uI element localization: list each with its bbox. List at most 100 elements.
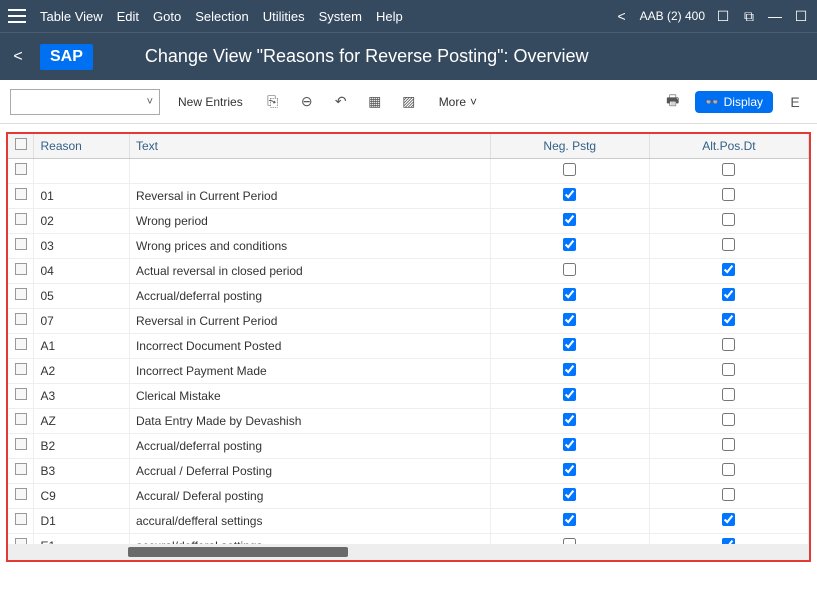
- neg-checkbox[interactable]: [563, 263, 576, 276]
- cell-reason[interactable]: 04: [34, 258, 129, 283]
- row-selector[interactable]: [15, 363, 27, 375]
- neg-checkbox[interactable]: [563, 188, 576, 201]
- cell-text[interactable]: Actual reversal in closed period: [129, 258, 490, 283]
- cell-text[interactable]: Reversal in Current Period: [129, 308, 490, 333]
- menu-goto[interactable]: Goto: [153, 9, 181, 24]
- row-selector[interactable]: [15, 513, 27, 525]
- alt-checkbox[interactable]: [722, 338, 735, 351]
- neg-checkbox[interactable]: [563, 238, 576, 251]
- row-selector[interactable]: [15, 338, 27, 350]
- cell-text[interactable]: Accrual/deferral posting: [129, 433, 490, 458]
- menu-selection[interactable]: Selection: [195, 9, 248, 24]
- print-icon[interactable]: 🖶: [661, 90, 685, 114]
- cell-text[interactable]: accural/defferal settings: [129, 508, 490, 533]
- cell-text[interactable]: Clerical Mistake: [129, 383, 490, 408]
- alt-checkbox[interactable]: [722, 463, 735, 476]
- table-row[interactable]: D1 accural/defferal settings: [8, 508, 809, 533]
- display-button[interactable]: 👓 Display: [695, 91, 773, 113]
- new-session-icon[interactable]: ⧉: [741, 8, 757, 24]
- table-row[interactable]: C9 Accural/ Deferal posting: [8, 483, 809, 508]
- delete-icon[interactable]: ⊖: [295, 90, 319, 114]
- cell-text[interactable]: Wrong prices and conditions: [129, 233, 490, 258]
- cell-text[interactable]: Accrual / Deferral Posting: [129, 458, 490, 483]
- table-row[interactable]: 01 Reversal in Current Period: [8, 183, 809, 208]
- neg-checkbox[interactable]: [563, 338, 576, 351]
- table-row[interactable]: 05 Accrual/deferral posting: [8, 283, 809, 308]
- alt-checkbox[interactable]: [722, 363, 735, 376]
- alt-checkbox[interactable]: [722, 313, 735, 326]
- more-button[interactable]: More ˅: [431, 91, 485, 113]
- alt-checkbox[interactable]: [722, 213, 735, 226]
- row-selector[interactable]: [15, 438, 27, 450]
- copy-icon[interactable]: ⎘: [261, 90, 285, 114]
- table-row[interactable]: B3 Accrual / Deferral Posting: [8, 458, 809, 483]
- table-row[interactable]: AZ Data Entry Made by Devashish: [8, 408, 809, 433]
- cell-reason[interactable]: A2: [34, 358, 129, 383]
- search-icon[interactable]: <: [614, 8, 630, 24]
- neg-checkbox[interactable]: [563, 388, 576, 401]
- table-row[interactable]: A1 Incorrect Document Posted: [8, 333, 809, 358]
- cell-reason[interactable]: D1: [34, 508, 129, 533]
- cell-reason[interactable]: B3: [34, 458, 129, 483]
- neg-checkbox[interactable]: [563, 463, 576, 476]
- cell-text[interactable]: [129, 158, 490, 183]
- neg-checkbox[interactable]: [563, 363, 576, 376]
- alt-checkbox[interactable]: [722, 188, 735, 201]
- table-row[interactable]: 07 Reversal in Current Period: [8, 308, 809, 333]
- table-row[interactable]: A3 Clerical Mistake: [8, 383, 809, 408]
- header-alt[interactable]: Alt.Pos.Dt: [649, 134, 808, 158]
- row-selector[interactable]: [15, 188, 27, 200]
- menu-utilities[interactable]: Utilities: [263, 9, 305, 24]
- row-selector[interactable]: [15, 463, 27, 475]
- table-row[interactable]: [8, 158, 809, 183]
- alt-checkbox[interactable]: [722, 263, 735, 276]
- horizontal-scrollbar[interactable]: [8, 544, 809, 560]
- cell-reason[interactable]: B2: [34, 433, 129, 458]
- row-selector[interactable]: [15, 413, 27, 425]
- table-row[interactable]: B2 Accrual/deferral posting: [8, 433, 809, 458]
- row-selector[interactable]: [15, 213, 27, 225]
- table-row[interactable]: 03 Wrong prices and conditions: [8, 233, 809, 258]
- neg-checkbox[interactable]: [563, 213, 576, 226]
- row-selector[interactable]: [15, 238, 27, 250]
- header-neg[interactable]: Neg. Pstg: [490, 134, 649, 158]
- cell-reason[interactable]: C9: [34, 483, 129, 508]
- cell-reason[interactable]: 05: [34, 283, 129, 308]
- neg-checkbox[interactable]: [563, 163, 576, 176]
- neg-checkbox[interactable]: [563, 438, 576, 451]
- variant-dropdown[interactable]: [10, 89, 160, 115]
- table-row[interactable]: 02 Wrong period: [8, 208, 809, 233]
- deselect-all-icon[interactable]: ▨: [397, 90, 421, 114]
- window-icon[interactable]: ☐: [715, 8, 731, 24]
- neg-checkbox[interactable]: [563, 488, 576, 501]
- cell-reason[interactable]: A3: [34, 383, 129, 408]
- table-row[interactable]: 04 Actual reversal in closed period: [8, 258, 809, 283]
- minimize-icon[interactable]: —: [767, 8, 783, 24]
- header-text[interactable]: Text: [129, 134, 490, 158]
- cell-text[interactable]: Wrong period: [129, 208, 490, 233]
- row-selector[interactable]: [15, 288, 27, 300]
- alt-checkbox[interactable]: [722, 288, 735, 301]
- neg-checkbox[interactable]: [563, 513, 576, 526]
- alt-checkbox[interactable]: [722, 488, 735, 501]
- neg-checkbox[interactable]: [563, 313, 576, 326]
- back-button[interactable]: <: [8, 47, 28, 67]
- alt-checkbox[interactable]: [722, 163, 735, 176]
- undo-icon[interactable]: ↶: [329, 90, 353, 114]
- alt-checkbox[interactable]: [722, 438, 735, 451]
- menu-table-view[interactable]: Table View: [40, 9, 103, 24]
- alt-checkbox[interactable]: [722, 513, 735, 526]
- cell-reason[interactable]: 02: [34, 208, 129, 233]
- exit-icon[interactable]: E: [783, 90, 807, 114]
- menu-system[interactable]: System: [319, 9, 362, 24]
- row-selector[interactable]: [15, 163, 27, 175]
- row-selector[interactable]: [15, 388, 27, 400]
- cell-reason[interactable]: [34, 158, 129, 183]
- cell-text[interactable]: Reversal in Current Period: [129, 183, 490, 208]
- select-all-icon[interactable]: ▦: [363, 90, 387, 114]
- row-selector[interactable]: [15, 263, 27, 275]
- table-row[interactable]: A2 Incorrect Payment Made: [8, 358, 809, 383]
- menu-help[interactable]: Help: [376, 9, 403, 24]
- neg-checkbox[interactable]: [563, 413, 576, 426]
- hamburger-icon[interactable]: [8, 9, 26, 23]
